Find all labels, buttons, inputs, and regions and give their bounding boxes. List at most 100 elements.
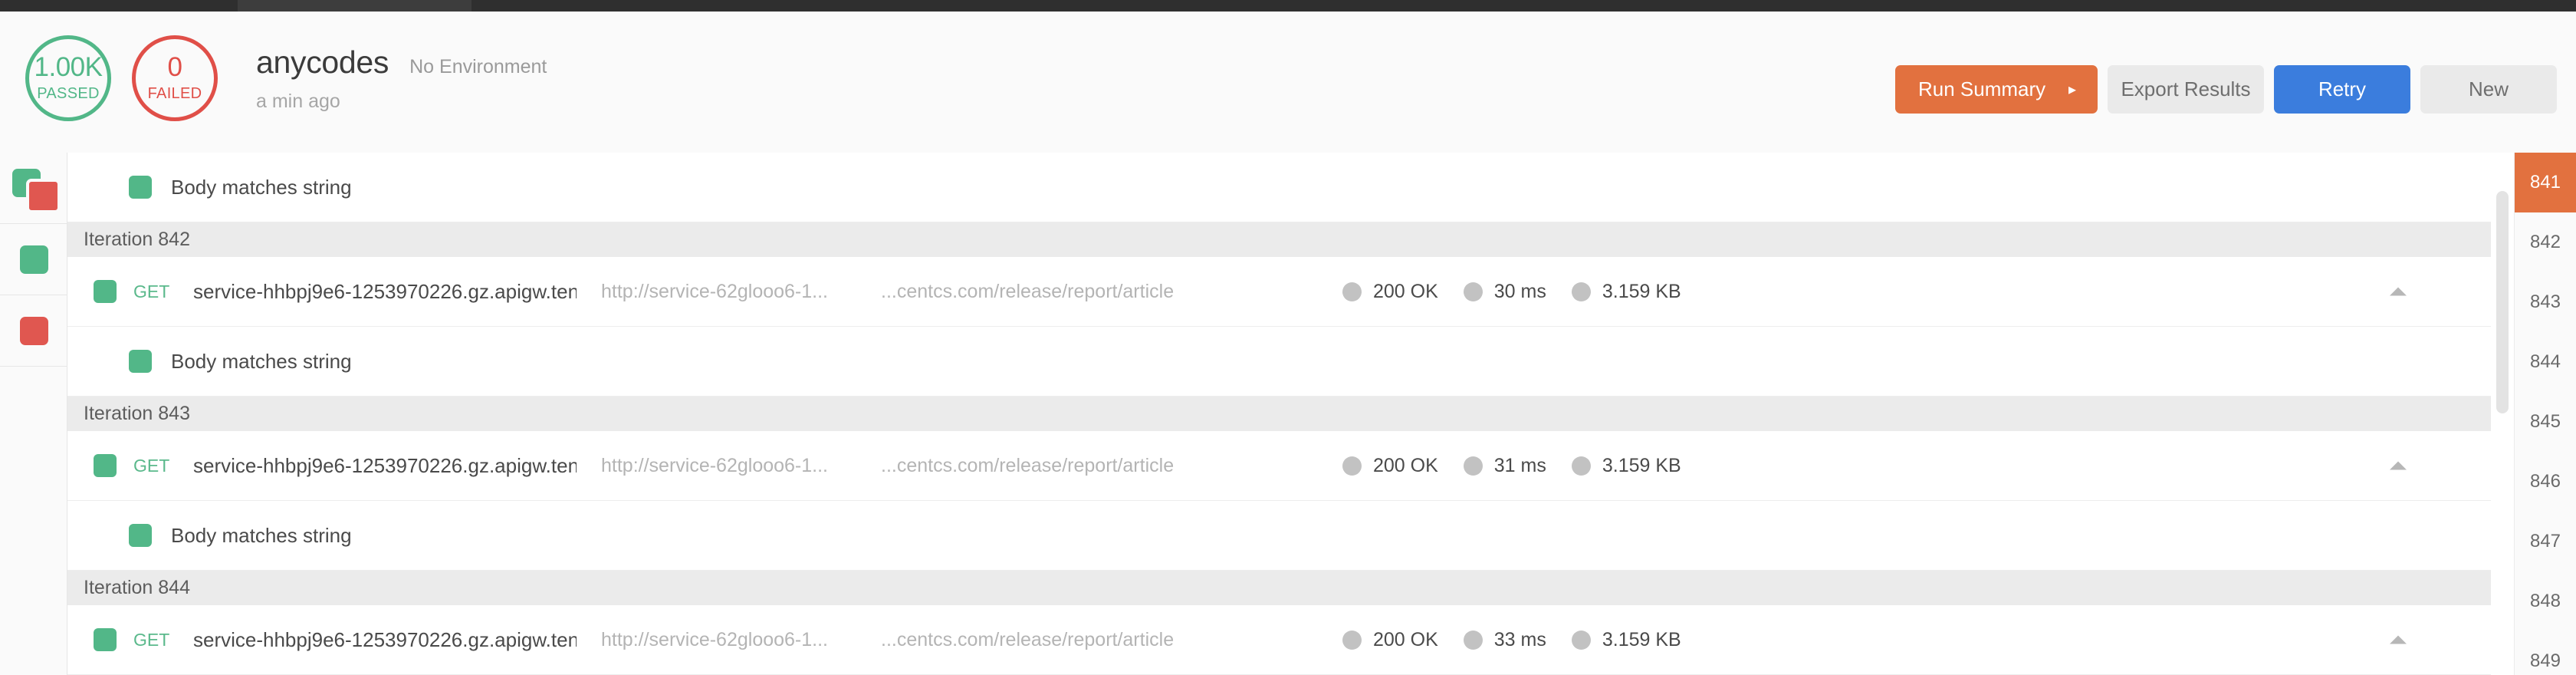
request-stats: 200 OK 31 ms 3.159 KB [1342,455,1707,477]
table-row[interactable]: GET service-hhbpj9e6-1253970226.gz.apigw… [67,605,2514,675]
response-size-stat: 3.159 KB [1572,281,1681,303]
request-endpoint: ...centcs.com/release/report/article [881,281,1310,303]
stacked-green-red-squares-icon [12,169,55,207]
request-url: http://service-62glooo6-1... [601,455,854,477]
list-item[interactable]: Body matches string [67,327,2514,397]
run-header: 1.00K PASSED 0 FAILED anycodes No Enviro… [0,12,2576,153]
run-summary-label: Run Summary [1918,77,2045,101]
response-time: 31 ms [1494,455,1546,477]
status-code-stat: 200 OK [1342,281,1438,303]
assertion-status-icon [129,524,152,547]
passed-count: 1.00K [34,54,103,81]
failed-donut: 0 FAILED [132,35,218,121]
run-name: anycodes [256,44,389,81]
run-meta: anycodes No Environment a min ago [256,44,547,113]
passed-donut: 1.00K PASSED [25,35,111,121]
response-size: 3.159 KB [1602,455,1681,477]
request-method: GET [133,456,176,476]
chevron-up-icon[interactable] [2390,462,2407,470]
chevron-right-icon: ▸ [2068,82,2076,97]
iteration-index-845[interactable]: 845 [2515,392,2576,452]
iteration-index-849[interactable]: 849 [2515,631,2576,675]
header-action-buttons: Run Summary ▸ Export Results Retry New [1895,65,2557,114]
assertion-status-icon [129,176,152,199]
request-url: http://service-62glooo6-1... [601,629,854,651]
time-dot-icon [1464,282,1483,301]
red-square-icon [20,317,48,345]
table-row[interactable]: GET service-hhbpj9e6-1253970226.gz.apigw… [67,257,2514,327]
request-method: GET [133,630,176,650]
chevron-up-icon[interactable] [2390,288,2407,296]
time-dot-icon [1464,631,1483,650]
status-dot-icon [1342,456,1362,476]
request-url: http://service-62glooo6-1... [601,281,854,303]
size-dot-icon [1572,456,1591,476]
request-stats: 200 OK 33 ms 3.159 KB [1342,629,1707,651]
list-item[interactable]: Body matches string [67,501,2514,571]
list-scrollbar-thumb[interactable] [2496,191,2509,413]
request-endpoint: ...centcs.com/release/report/article [881,629,1310,651]
failed-filter[interactable] [0,295,67,367]
iteration-index-846[interactable]: 846 [2515,452,2576,512]
status-dot-icon [1342,631,1362,650]
export-results-button[interactable]: Export Results [2108,65,2264,114]
iteration-index-843[interactable]: 843 [2515,272,2576,332]
iteration-index-847[interactable]: 847 [2515,512,2576,571]
status-code: 200 OK [1373,629,1438,651]
request-name: service-hhbpj9e6-1253970226.gz.apigw.ten… [193,628,577,652]
iteration-label: Iteration 843 [84,403,190,425]
iteration-label: Iteration 842 [84,229,190,251]
request-status-icon [94,628,117,651]
retry-button[interactable]: Retry [2274,65,2410,114]
status-code-stat: 200 OK [1342,455,1438,477]
iteration-index-848[interactable]: 848 [2515,571,2576,631]
status-code-stat: 200 OK [1342,629,1438,651]
list-scrollbar[interactable] [2491,153,2514,675]
iteration-index-841[interactable]: 841 [2515,153,2576,212]
iteration-label: Iteration 844 [84,577,190,599]
iteration-header: Iteration 843 [67,397,2514,431]
status-dot-icon [1342,282,1362,301]
chevron-up-icon[interactable] [2390,636,2407,644]
table-row[interactable]: GET service-hhbpj9e6-1253970226.gz.apigw… [67,431,2514,501]
window-title-bar [0,0,2576,12]
iteration-index-rail[interactable]: 841 842 843 844 845 846 847 848 849 850 … [2514,153,2576,675]
assertion-label: Body matches string [171,524,352,548]
failed-label: FAILED [148,85,202,103]
all-results-filter[interactable] [0,153,67,224]
passed-filter[interactable] [0,224,67,295]
list-item[interactable]: Body matches string [67,153,2514,222]
response-size: 3.159 KB [1602,629,1681,651]
assertion-label: Body matches string [171,350,352,374]
status-filter-rail [0,153,67,675]
response-size: 3.159 KB [1602,281,1681,303]
time-dot-icon [1464,456,1483,476]
request-stats: 200 OK 30 ms 3.159 KB [1342,281,1707,303]
status-code: 200 OK [1373,281,1438,303]
run-summary-button[interactable]: Run Summary ▸ [1895,65,2098,114]
run-timestamp: a min ago [256,91,547,113]
response-size-stat: 3.159 KB [1572,629,1681,651]
response-time-stat: 33 ms [1464,629,1546,651]
iteration-index-844[interactable]: 844 [2515,332,2576,392]
active-window-tab[interactable] [238,0,472,12]
iteration-header: Iteration 842 [67,222,2514,257]
request-method: GET [133,282,176,302]
response-time-stat: 31 ms [1464,455,1546,477]
new-button[interactable]: New [2420,65,2557,114]
request-endpoint: ...centcs.com/release/report/article [881,455,1310,477]
response-time: 30 ms [1494,281,1546,303]
run-summary-stats: 1.00K PASSED 0 FAILED anycodes No Enviro… [25,35,547,121]
green-square-icon [20,245,48,274]
assertion-status-icon [129,350,152,373]
results-list[interactable]: Body matches string Iteration 842 GET se… [67,153,2514,675]
iteration-index-842[interactable]: 842 [2515,212,2576,272]
failed-count: 0 [168,54,182,81]
request-name: service-hhbpj9e6-1253970226.gz.apigw.ten… [193,280,577,304]
results-body: Body matches string Iteration 842 GET se… [0,153,2576,675]
response-time: 33 ms [1494,629,1546,651]
passed-label: PASSED [37,85,99,103]
size-dot-icon [1572,282,1591,301]
status-code: 200 OK [1373,455,1438,477]
size-dot-icon [1572,631,1591,650]
